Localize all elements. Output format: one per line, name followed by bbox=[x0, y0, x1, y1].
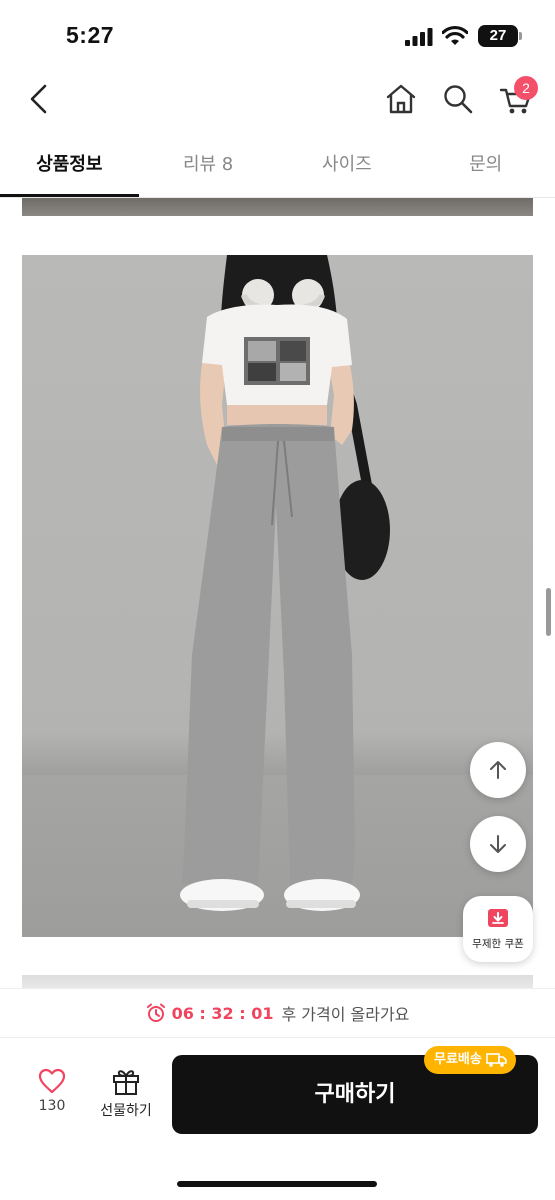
status-time: 5:27 bbox=[66, 22, 115, 48]
arrow-down-icon bbox=[490, 835, 506, 853]
countdown-timer: 06 : 32 : 01 bbox=[171, 1003, 274, 1023]
battery-level: 27 bbox=[478, 25, 518, 47]
battery-cap bbox=[519, 32, 522, 40]
next-product-image bbox=[22, 975, 533, 988]
top-nav: 2 bbox=[0, 70, 555, 130]
tab-inquiry[interactable]: 문의 bbox=[416, 140, 555, 197]
coupon-icon bbox=[488, 909, 508, 927]
free-shipping-badge: 무료배송 bbox=[424, 1046, 516, 1074]
alarm-clock-icon bbox=[146, 1003, 165, 1022]
timer-suffix: 후 가격이 올라가요 bbox=[281, 1005, 410, 1024]
scroll-down-button[interactable] bbox=[470, 816, 526, 872]
gift-label: 선물하기 bbox=[100, 1103, 152, 1119]
truck-icon bbox=[486, 1053, 507, 1067]
free-shipping-label: 무료배송 bbox=[434, 1052, 482, 1067]
product-detail-content[interactable] bbox=[0, 198, 555, 988]
product-photo bbox=[22, 255, 533, 937]
coupon-label: 무제한 쿠폰 bbox=[472, 938, 524, 950]
tab-reviews[interactable]: 리뷰 8 bbox=[139, 140, 278, 197]
price-timer-bar: 06 : 32 : 01 후 가격이 올라가요 bbox=[0, 988, 555, 1038]
cellular-signal-icon bbox=[405, 28, 433, 46]
home-indicator[interactable] bbox=[177, 1181, 377, 1187]
gift-button[interactable]: 선물하기 bbox=[92, 1066, 160, 1120]
wifi-icon bbox=[442, 25, 468, 45]
product-tabs: 상품정보 리뷰 8 사이즈 문의 bbox=[0, 140, 555, 198]
scrollbar[interactable] bbox=[546, 588, 551, 636]
gift-icon bbox=[113, 1070, 139, 1095]
like-count: 130 bbox=[38, 1098, 66, 1114]
bottom-action-bar: 130 선물하기 구매하기 무료배송 bbox=[0, 1038, 555, 1200]
unlimited-coupon-button[interactable]: 무제한 쿠폰 bbox=[463, 896, 533, 962]
like-button[interactable]: 130 bbox=[28, 1068, 76, 1114]
tab-product-info[interactable]: 상품정보 bbox=[0, 140, 139, 197]
arrow-up-icon bbox=[490, 761, 506, 779]
tab-size[interactable]: 사이즈 bbox=[278, 140, 417, 197]
home-icon[interactable] bbox=[385, 83, 417, 115]
back-arrow-icon[interactable] bbox=[24, 82, 54, 116]
heart-icon bbox=[38, 1068, 66, 1094]
status-bar: 5:27 27 bbox=[0, 0, 555, 70]
scroll-up-button[interactable] bbox=[470, 742, 526, 798]
search-icon[interactable] bbox=[443, 83, 473, 115]
previous-product-image bbox=[22, 198, 533, 216]
model-illustration bbox=[180, 255, 390, 911]
cart-count-badge: 2 bbox=[514, 76, 538, 100]
